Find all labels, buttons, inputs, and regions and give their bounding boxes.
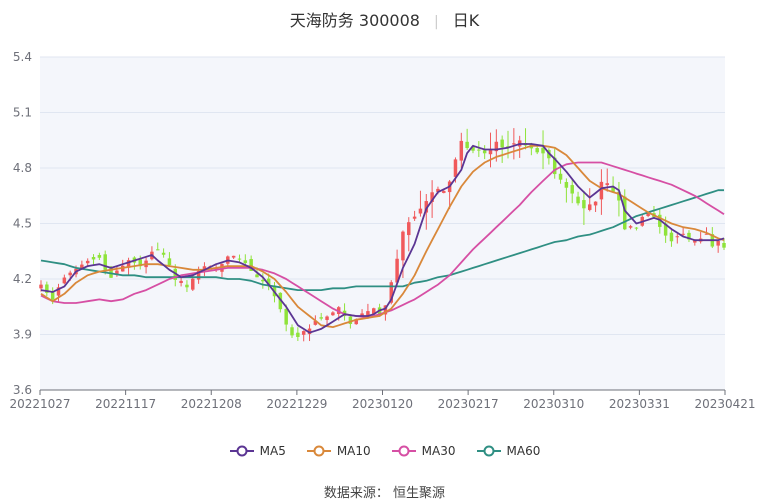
y-tick-label: 5.1: [13, 106, 32, 120]
candle-body: [179, 280, 183, 284]
candle-body: [296, 332, 300, 337]
x-tick-label: 20230310: [523, 397, 584, 411]
legend-item-ma60[interactable]: MA60: [476, 444, 541, 458]
legend-label-ma10: MA10: [336, 444, 371, 458]
candle-body: [407, 222, 411, 236]
candle-body: [418, 208, 423, 214]
x-tick-label: 20230331: [609, 397, 670, 411]
candle-body: [558, 173, 563, 180]
y-tick-label: 3.6: [13, 383, 32, 397]
candle-body: [634, 227, 639, 229]
candle-body: [103, 254, 107, 270]
candle-body: [722, 243, 726, 248]
legend-item-ma30[interactable]: MA30: [391, 444, 456, 458]
candle-body: [68, 272, 72, 276]
legend: MA5 MA10 MA30 MA60: [0, 444, 769, 458]
candle-body: [290, 327, 294, 336]
candle-body: [500, 139, 504, 148]
candle-body: [512, 143, 516, 145]
ma30-legend-marker: [398, 445, 410, 457]
ma30-legend-icon: [391, 445, 416, 457]
candle-body: [39, 284, 43, 289]
legend-label-ma5: MA5: [259, 444, 286, 458]
x-tick-label: 20221117: [95, 397, 156, 411]
candle-body: [564, 182, 569, 188]
ma10-legend-icon: [306, 445, 331, 457]
y-tick-label: 3.9: [13, 328, 32, 342]
candle-body: [231, 255, 236, 258]
candle-body: [582, 200, 586, 209]
ma60-legend-icon: [476, 445, 501, 457]
candle-body: [593, 201, 598, 206]
x-tick-label: 20230421: [694, 397, 755, 411]
candle-body: [477, 149, 481, 151]
ma5-legend-marker: [236, 445, 248, 457]
legend-label-ma60: MA60: [506, 444, 541, 458]
x-tick-label: 20221229: [266, 397, 327, 411]
y-axis-labels: 3.6 3.9 4.2 4.5 4.8 5.1 5.4: [13, 50, 32, 397]
candle-body: [412, 216, 417, 219]
y-tick-label: 4.8: [13, 161, 32, 175]
candle-body: [237, 258, 242, 260]
x-tick-label: 20230217: [438, 397, 499, 411]
y-tick-label: 4.2: [13, 272, 32, 286]
x-tick-label: 20221208: [181, 397, 242, 411]
candle-body: [669, 232, 674, 242]
candle-body: [681, 233, 685, 235]
candle-body: [628, 226, 633, 228]
candle-body: [599, 181, 604, 200]
legend-item-ma5[interactable]: MA5: [229, 444, 286, 458]
candle-body: [191, 278, 195, 290]
candle-body: [185, 284, 189, 288]
candle-body: [284, 308, 288, 325]
candle-body: [716, 240, 720, 246]
candle-body: [243, 260, 248, 263]
candlestick-chart: 3.63.94.24.54.85.15.4 20221027 20221117 20…: [9, 50, 756, 411]
y-tick-label: 4.5: [13, 217, 32, 231]
candle-body: [401, 231, 405, 261]
candle-body: [459, 140, 464, 161]
candle-body: [301, 331, 306, 335]
y-tick-label: 5.4: [13, 50, 32, 64]
candle-body: [535, 148, 539, 153]
candle-body: [488, 150, 493, 155]
legend-label-ma30: MA30: [421, 444, 456, 458]
candle-body: [482, 150, 487, 154]
candle-body: [442, 191, 446, 193]
x-tick-label: 20221027: [9, 397, 70, 411]
ma5-legend-icon: [229, 445, 254, 457]
ma10-legend-marker: [313, 445, 325, 457]
candle-body: [465, 141, 469, 149]
candle-body: [62, 277, 67, 284]
x-axis: 20221027 20221117 20221208 20221229 20230120…: [9, 390, 756, 411]
candle-body: [319, 317, 323, 319]
candle-body: [255, 274, 259, 278]
candle-body: [605, 183, 609, 186]
candle-body: [85, 260, 90, 264]
candle-body: [167, 258, 172, 266]
candle-body: [161, 252, 166, 255]
candle-body: [587, 204, 592, 210]
candle-body: [156, 249, 160, 251]
candle-body: [576, 196, 580, 204]
candle-body: [97, 255, 102, 258]
candle-body: [675, 236, 680, 238]
ma60-legend-marker: [483, 445, 495, 457]
data-source: 数据来源： 恒生聚源: [323, 486, 446, 501]
candle-body: [331, 312, 335, 316]
candle-body: [325, 316, 329, 320]
candle-body: [91, 257, 96, 260]
candle-body: [453, 159, 458, 177]
candle-body: [570, 185, 574, 194]
x-tick-label: 20230120: [352, 397, 413, 411]
legend-item-ma10[interactable]: MA10: [306, 444, 371, 458]
